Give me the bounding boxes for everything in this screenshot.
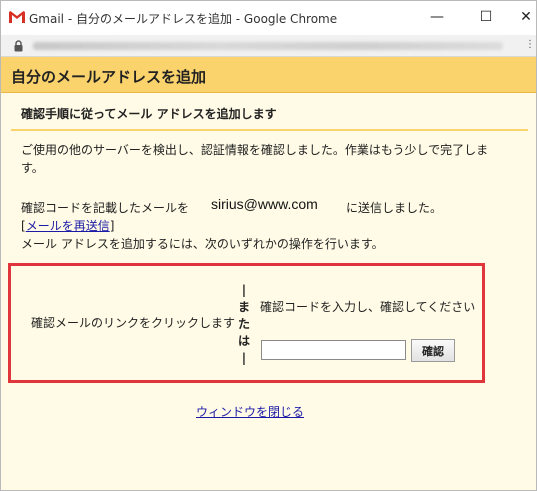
lock-icon [14, 40, 23, 52]
address-bar[interactable]: ⋮ [1, 35, 536, 57]
url-text-redacted [33, 42, 503, 50]
maximize-button[interactable]: ☐ [475, 7, 497, 27]
close-window-link[interactable]: ウィンドウを閉じる [196, 403, 304, 420]
enter-code-option: 確認コードを入力し、確認してください [260, 300, 476, 314]
sent-message-suffix: に送信しました。 [346, 201, 443, 215]
resend-email-link[interactable]: メールを再送信 [26, 219, 110, 233]
or-char-ha: は [237, 334, 250, 348]
or-char-ta: た [237, 317, 250, 331]
gmail-icon [9, 11, 25, 23]
page-title: 自分のメールアドレスを追加 [11, 68, 207, 86]
email-address: sirius@www.com [211, 196, 318, 212]
confirmation-code-input[interactable] [261, 340, 406, 360]
dialog-header: 自分のメールアドレスを追加 [1, 57, 536, 93]
window-title: Gmail - 自分のメールアドレスを追加 - Google Chrome [29, 12, 338, 26]
close-window-button[interactable]: ✕ [515, 7, 536, 27]
popup-window: Gmail - 自分のメールアドレスを追加 - Google Chrome — … [0, 0, 537, 491]
step-title: 確認手順に従ってメール アドレスを追加します [21, 107, 277, 121]
resend-bracket-close: ] [109, 219, 115, 233]
title-bar[interactable]: Gmail - 自分のメールアドレスを追加 - Google Chrome — … [1, 1, 536, 35]
more-menu-icon[interactable]: ⋮ [525, 39, 535, 50]
or-bar-bottom: | [241, 351, 247, 365]
sent-message-prefix: 確認コードを記載したメールを [21, 201, 190, 215]
detect-message-line1: ご使用の他のサーバーを検出し、認証情報を確認しました。作業はもう少しで完了しま [21, 143, 489, 157]
resend-wrapper: [メールを再送信] [21, 217, 114, 235]
click-link-option: 確認メールのリンクをクリックします [31, 316, 236, 330]
or-bar-top: | [241, 283, 247, 297]
confirm-button[interactable]: 確認 [411, 339, 455, 362]
instruction-text: メール アドレスを追加するには、次のいずれかの操作を行います。 [21, 237, 384, 251]
verification-options-box: 確認メールのリンクをクリックします | ま た は | 確認コードを入力し、確認… [8, 263, 485, 383]
step-subheader: 確認手順に従ってメール アドレスを追加します [11, 95, 528, 131]
or-separator: | ま た は | [237, 282, 251, 367]
minimize-button[interactable]: — [426, 7, 448, 27]
detect-message-line2: す。 [21, 161, 44, 175]
or-char-ma: ま [237, 300, 250, 314]
